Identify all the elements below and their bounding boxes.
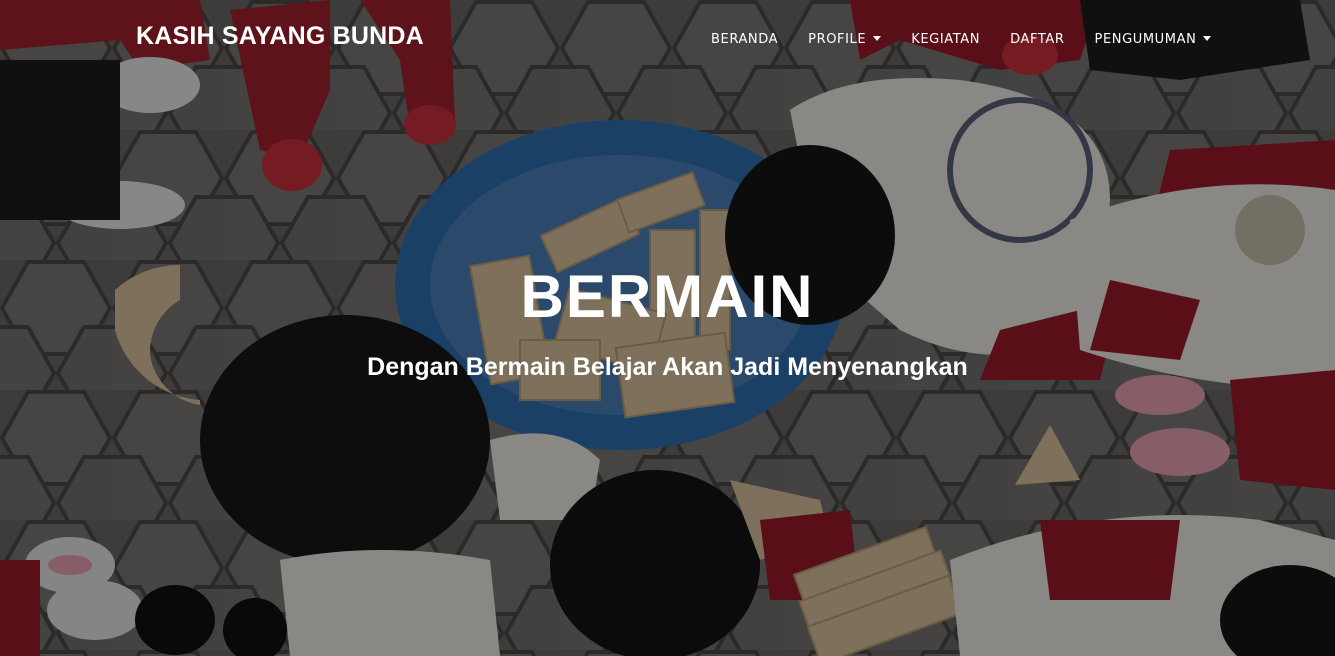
nav-item-daftar[interactable]: DAFTAR xyxy=(1010,32,1064,47)
hero-subtitle: Dengan Bermain Belajar Akan Jadi Menyena… xyxy=(367,353,968,381)
hero-section: KASIH SAYANG BUNDA BERANDA PROFILE KEGIA… xyxy=(0,0,1335,656)
nav-item-label: DAFTAR xyxy=(1010,32,1065,47)
hero-title: BERMAIN xyxy=(520,263,815,330)
nav-item-kegiatan[interactable]: KEGIATAN xyxy=(911,32,980,47)
nav-item-profile[interactable]: PROFILE xyxy=(808,32,882,47)
nav-item-pengumuman[interactable]: PENGUMUMAN xyxy=(1095,32,1212,47)
nav-item-beranda[interactable]: BERANDA xyxy=(711,32,778,47)
brand-logo[interactable]: KASIH SAYANG BUNDA xyxy=(136,22,424,51)
caret-down-icon xyxy=(873,36,882,41)
nav-item-label: KEGIATAN xyxy=(911,32,981,47)
nav-item-label: PENGUMUMAN xyxy=(1094,32,1197,47)
caret-down-icon xyxy=(1203,36,1212,41)
nav-item-label: BERANDA xyxy=(711,32,779,47)
nav-menu: BERANDA PROFILE KEGIATAN DAFTAR PENGUMUM… xyxy=(711,32,1212,47)
nav-item-label: PROFILE xyxy=(808,32,867,47)
main-navbar: KASIH SAYANG BUNDA BERANDA PROFILE KEGIA… xyxy=(0,0,1335,80)
